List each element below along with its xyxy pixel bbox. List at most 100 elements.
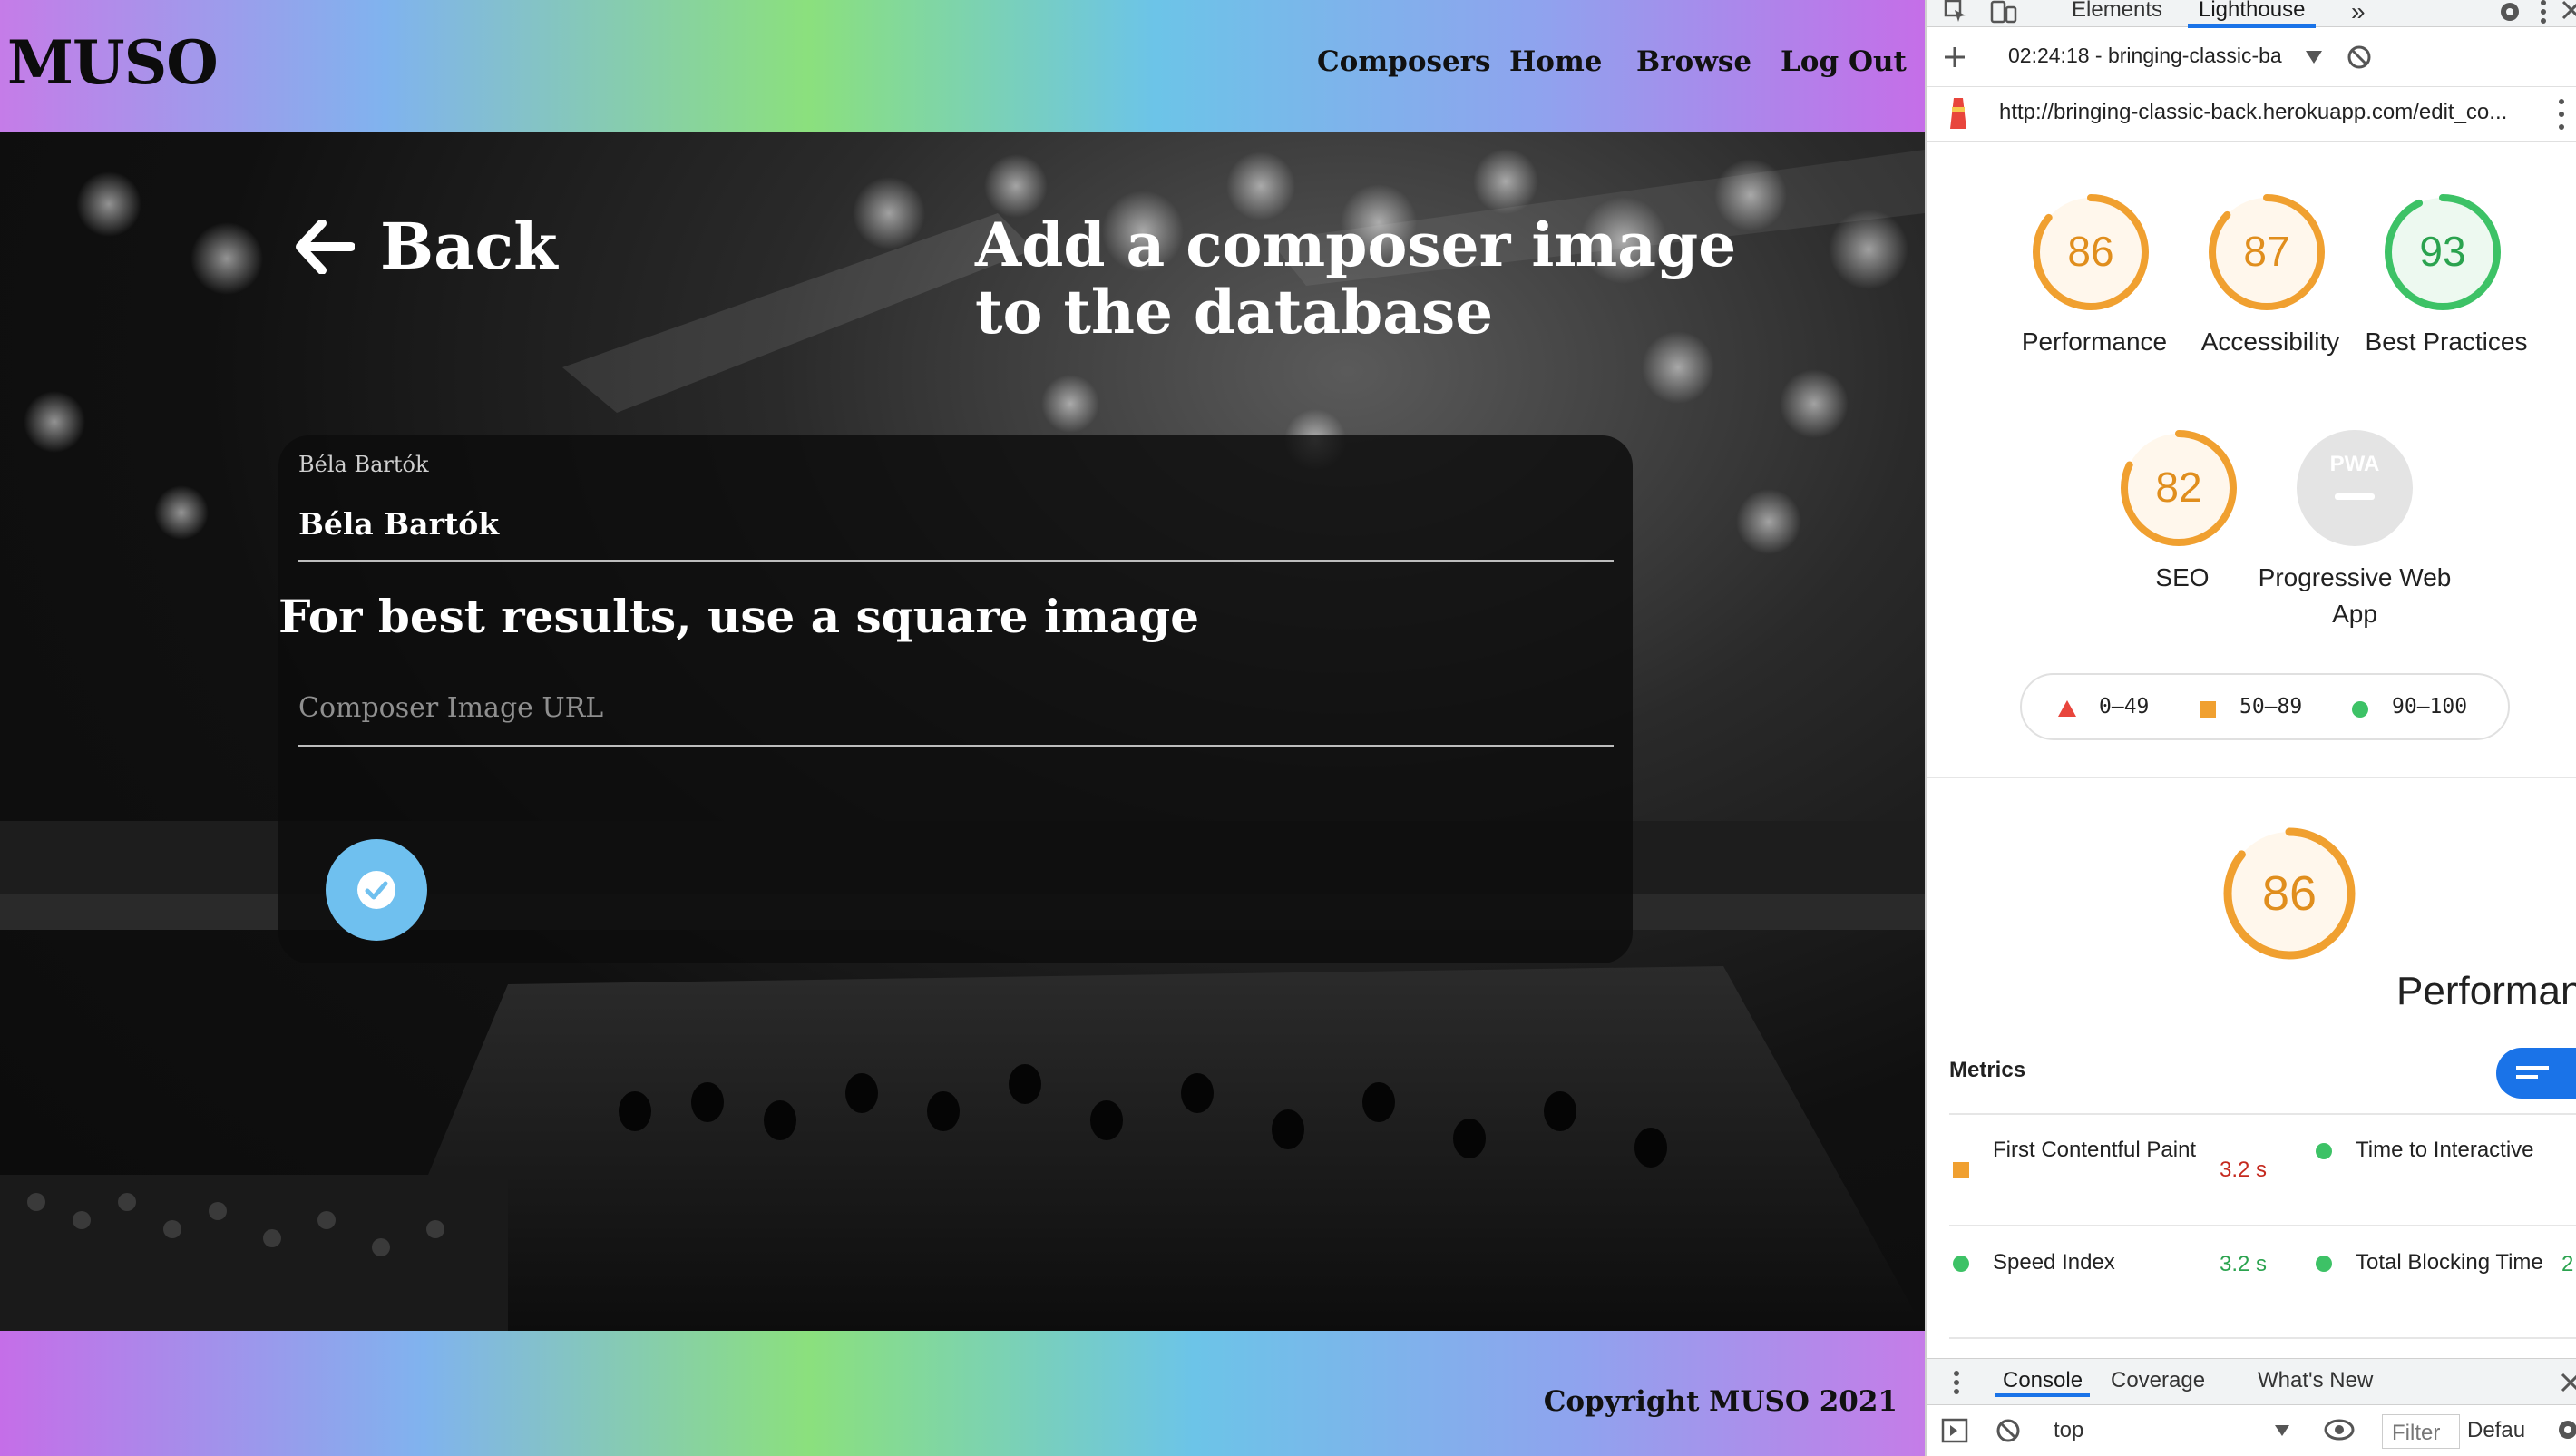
tab-console[interactable]: Console: [1995, 1368, 2091, 1397]
score-legend: 0–49 50–89 90–100: [2020, 673, 2510, 740]
metrics-view-toggle[interactable]: [2496, 1048, 2576, 1099]
pass-circle-icon: [2352, 701, 2368, 718]
drawer-tabbar: Console Coverage What's New: [1927, 1358, 2576, 1405]
metric-si-label: Speed Index: [1993, 1250, 2115, 1275]
log-levels-select[interactable]: Defau: [2467, 1418, 2525, 1443]
square-image-hint: For best results, use a square image: [278, 590, 1200, 643]
average-square-icon: [2200, 701, 2216, 718]
section-divider: [1927, 777, 2576, 778]
accessibility-score: 87: [2243, 228, 2290, 275]
pass-circle-icon: [2316, 1256, 2332, 1272]
pass-circle-icon: [1953, 1256, 1969, 1272]
sidebar-toggle-icon[interactable]: [1941, 1418, 1968, 1443]
performance-detail-title: Performance: [2396, 969, 2576, 1013]
close-icon[interactable]: [2560, 0, 2576, 22]
more-tabs-icon[interactable]: »: [2351, 0, 2366, 26]
footer: Copyright MUSO 2021: [0, 1331, 1925, 1456]
url-row: http://bringing-classic-back.herokuapp.c…: [1927, 87, 2576, 142]
performance-score: 86: [2067, 228, 2114, 275]
composer-image-url-input[interactable]: [298, 685, 1614, 730]
submit-button[interactable]: [326, 839, 427, 941]
console-toolbar: top Filter Defau: [1927, 1405, 2576, 1456]
metric-fcp-value: 3.2 s: [2220, 1158, 2268, 1182]
device-toggle-icon[interactable]: [1990, 0, 2017, 24]
page-title: Add a composer image to the database: [975, 210, 1737, 347]
legend-fail: 0–49: [2099, 695, 2150, 718]
url-underline: [298, 745, 1614, 747]
performance-label: Performance: [2021, 327, 2168, 356]
gauge-accessibility[interactable]: 87 Accessibility: [2201, 192, 2339, 356]
legend-pass: 90–100: [2392, 695, 2468, 718]
context-select[interactable]: top: [2054, 1418, 2083, 1443]
average-square-icon: [1953, 1162, 1969, 1178]
navbar: MUSO Composers Home Browse Log Out: [0, 0, 1925, 132]
best-practices-score: 93: [2419, 228, 2466, 275]
plus-icon[interactable]: [1943, 45, 1966, 69]
lighthouse-icon: [1950, 98, 1966, 129]
best-practices-label: Best Practices: [2365, 327, 2528, 356]
muso-app: MUSO Composers Home Browse Log Out Back …: [0, 0, 1925, 1456]
drawer-menu-icon[interactable]: [1952, 1370, 1961, 1395]
clear-console-icon[interactable]: [1995, 1418, 2021, 1443]
hero-background: Back Add a composer image to the databas…: [0, 132, 1925, 1331]
devtools-panel: Elements Lighthouse » 02:24:18 - bringin…: [1925, 0, 2576, 1456]
tab-elements[interactable]: Elements: [2072, 0, 2162, 23]
metric-tti-label: Time to Interactive: [2356, 1138, 2534, 1162]
pwa-badge: [2297, 430, 2413, 546]
gauge-best-practices[interactable]: 93 Best Practices: [2366, 192, 2527, 356]
metric-fcp-label: First Contentful Paint: [1993, 1138, 2197, 1162]
performance-detail-gauge: 86: [2221, 826, 2357, 962]
chevron-down-icon: [2306, 51, 2322, 64]
lighthouse-toolbar: 02:24:18 - bringing-classic-ba: [1927, 31, 2576, 87]
name-underline: [298, 560, 1614, 562]
gauge-pwa[interactable]: PWA Progressive Web App: [2259, 428, 2451, 628]
close-icon[interactable]: [2560, 1372, 2576, 1393]
composer-name-label: Béla Bartók: [298, 452, 429, 477]
console-filter-input[interactable]: Filter: [2382, 1414, 2460, 1449]
back-label: Back: [380, 209, 558, 284]
gear-icon[interactable]: [2496, 0, 2523, 25]
gauge-seo[interactable]: 82 SEO: [2119, 428, 2239, 591]
tab-coverage[interactable]: Coverage: [2111, 1368, 2205, 1393]
metric-tbt-label: Total Blocking Time: [2356, 1250, 2543, 1275]
clear-icon[interactable]: [2346, 44, 2373, 71]
chevron-down-icon: [2275, 1425, 2289, 1436]
metrics-heading: Metrics: [1949, 1058, 2026, 1082]
more-icon[interactable]: [2556, 96, 2567, 132]
fail-triangle-icon: [2058, 700, 2076, 717]
kebab-menu-icon[interactable]: [2536, 0, 2551, 25]
nav-log-out[interactable]: Log Out: [1781, 45, 1907, 78]
eye-icon[interactable]: [2324, 1418, 2355, 1441]
pass-circle-icon: [2316, 1143, 2332, 1159]
metric-divider: [2312, 1113, 2576, 1115]
arrow-left-icon: [296, 219, 355, 274]
check-circle-icon: [357, 871, 395, 909]
composer-name-value[interactable]: Béla Bartók: [298, 506, 499, 542]
accessibility-label: Accessibility: [2200, 327, 2340, 356]
metric-si-value: 3.2 s: [2220, 1252, 2268, 1276]
gauge-performance[interactable]: 86 Performance: [2022, 192, 2167, 356]
logo[interactable]: MUSO: [7, 27, 219, 98]
copyright: Copyright MUSO 2021: [1543, 1385, 1898, 1418]
metric-tbt-value: 2: [2561, 1252, 2574, 1276]
tab-lighthouse[interactable]: Lighthouse: [2188, 0, 2317, 28]
metric-divider: [2312, 1337, 2576, 1339]
pwa-icon-text: PWA: [2329, 452, 2380, 476]
composer-image-form: Béla Bartók Béla Bartók For best results…: [278, 435, 1633, 963]
back-button[interactable]: Back: [295, 209, 558, 284]
devtools-tabbar: Elements Lighthouse »: [1927, 0, 2576, 28]
gear-icon[interactable]: [2556, 1418, 2576, 1441]
toggle-lines-icon: [2516, 1066, 2549, 1079]
legend-average: 50–89: [2239, 695, 2303, 718]
filter-placeholder: Filter: [2392, 1421, 2441, 1445]
nav-home[interactable]: Home: [1509, 45, 1603, 78]
audited-url[interactable]: http://bringing-classic-back.herokuapp.c…: [1999, 100, 2507, 125]
performance-detail-score: 86: [2261, 866, 2317, 921]
metric-divider: [2312, 1225, 2576, 1226]
seo-score: 82: [2155, 464, 2202, 511]
tab-whats-new[interactable]: What's New: [2258, 1368, 2373, 1393]
inspect-element-icon[interactable]: [1943, 0, 1968, 24]
nav-browse[interactable]: Browse: [1636, 45, 1751, 78]
nav-composers[interactable]: Composers: [1317, 45, 1490, 78]
report-select[interactable]: 02:24:18 - bringing-classic-ba: [2008, 44, 2282, 68]
